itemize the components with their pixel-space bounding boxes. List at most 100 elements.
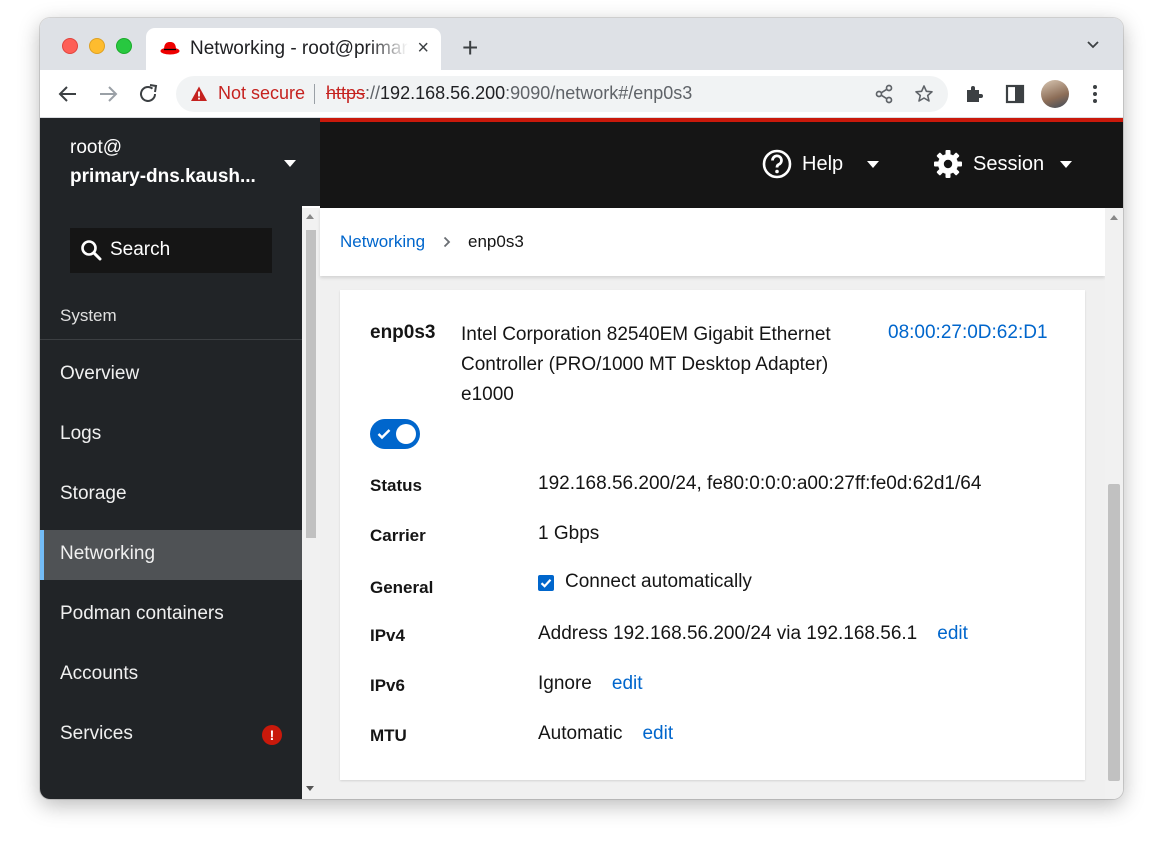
ipv4-address: Address 192.168.56.200/24 via 192.168.56… bbox=[538, 623, 918, 644]
sidebar-item-label: Networking bbox=[60, 543, 156, 564]
omnibox-divider bbox=[314, 84, 315, 104]
main-scrollbar[interactable] bbox=[1105, 208, 1123, 799]
carrier-value: 1 Gbps bbox=[538, 523, 600, 544]
mtu-mode: Automatic bbox=[538, 723, 623, 744]
carrier-label: Carrier bbox=[370, 526, 426, 545]
breadcrumb: Networking enp0s3 bbox=[320, 208, 1105, 276]
browser-window: Networking - root@primary-dns.kaushal.lo… bbox=[40, 18, 1123, 799]
sidebar: root@ primary-dns.kaush... Search System… bbox=[40, 118, 320, 799]
breadcrumb-networking-link[interactable]: Networking bbox=[340, 232, 425, 252]
session-label: Session bbox=[973, 153, 1045, 175]
interface-mac-address: 08:00:27:0D:62:D1 bbox=[888, 322, 1048, 343]
url-scheme: https bbox=[326, 83, 366, 103]
sidebar-item-overview[interactable]: Overview bbox=[40, 350, 302, 400]
plus-icon[interactable]: + bbox=[462, 34, 478, 62]
help-icon bbox=[762, 149, 792, 179]
sidebar-item-label: Overview bbox=[60, 363, 140, 384]
address-bar[interactable]: Not secure https://192.168.56.200:9090/n… bbox=[176, 76, 948, 112]
ipv4-value: Address 192.168.56.200/24 via 192.168.56… bbox=[538, 623, 968, 645]
host-switcher[interactable]: root@ primary-dns.kaush... bbox=[40, 118, 320, 206]
status-value: 192.168.56.200/24, fe80:0:0:0:a00:27ff:f… bbox=[538, 473, 982, 494]
search-icon bbox=[81, 240, 102, 261]
sidebar-item-networking[interactable]: Networking bbox=[40, 530, 302, 580]
ipv6-label: IPv6 bbox=[370, 676, 405, 695]
sidebar-item-podman-containers[interactable]: Podman containers bbox=[40, 590, 302, 640]
window-zoom-button[interactable] bbox=[116, 38, 132, 54]
check-icon bbox=[377, 429, 391, 440]
sidebar-item-label: Podman containers bbox=[60, 603, 224, 624]
nav-section-label: System bbox=[60, 306, 117, 325]
side-panel-icon[interactable] bbox=[1003, 82, 1027, 106]
toggle-knob bbox=[396, 424, 416, 444]
host-name: primary-dns.kaush... bbox=[70, 166, 256, 187]
interface-description: Intel Corporation 82540EM Gigabit Ethern… bbox=[461, 324, 831, 405]
redhat-favicon-icon bbox=[160, 42, 180, 55]
mtu-edit-link[interactable]: edit bbox=[642, 723, 673, 744]
status-label: Status bbox=[370, 476, 422, 495]
star-icon[interactable] bbox=[914, 84, 934, 104]
check-icon bbox=[540, 579, 552, 588]
gear-icon bbox=[934, 150, 962, 178]
main-content: Networking enp0s3 enp0s3 Intel Corporati… bbox=[320, 208, 1105, 799]
ipv4-edit-link[interactable]: edit bbox=[937, 623, 968, 644]
caret-down-icon bbox=[1060, 161, 1072, 168]
not-secure-label[interactable]: Not secure bbox=[218, 83, 305, 104]
search-label: Search bbox=[110, 239, 171, 260]
sidebar-item-accounts[interactable]: Accounts bbox=[40, 650, 302, 700]
tab-strip: Networking - root@primary-dns.kaushal.lo… bbox=[40, 18, 1123, 70]
window-close-button[interactable] bbox=[62, 38, 78, 54]
chevron-down-icon[interactable] bbox=[1086, 40, 1100, 50]
sidebar-scroll-thumb[interactable] bbox=[306, 230, 316, 538]
sidebar-item-label: Storage bbox=[60, 483, 127, 504]
interface-enable-toggle[interactable] bbox=[370, 419, 420, 449]
url-text[interactable]: https://192.168.56.200:9090/network#/enp… bbox=[326, 83, 692, 104]
close-icon[interactable]: × bbox=[417, 37, 429, 59]
window-minimize-button[interactable] bbox=[89, 38, 105, 54]
main-scroll-thumb[interactable] bbox=[1108, 484, 1120, 781]
url-path: :9090/network#/enp0s3 bbox=[505, 83, 693, 103]
chevron-right-icon bbox=[443, 236, 451, 248]
tab-title: Networking - root@primary-dns.kaushal.lo… bbox=[190, 38, 408, 59]
scroll-up-arrow[interactable] bbox=[1110, 215, 1118, 220]
mtu-value: Automatic edit bbox=[538, 723, 673, 745]
sidebar-item-services[interactable]: Services ! bbox=[40, 710, 302, 760]
avatar[interactable] bbox=[1041, 80, 1069, 108]
scroll-up-arrow[interactable] bbox=[306, 214, 314, 219]
browser-tab[interactable]: Networking - root@primary-dns.kaushal.lo… bbox=[146, 28, 441, 70]
sidebar-scrollbar[interactable] bbox=[302, 208, 320, 799]
search-input[interactable]: Search bbox=[70, 228, 272, 273]
general-label: General bbox=[370, 578, 434, 597]
help-label: Help bbox=[802, 153, 844, 175]
forward-arrow-icon[interactable] bbox=[96, 82, 120, 106]
ipv6-edit-link[interactable]: edit bbox=[612, 673, 643, 694]
top-bar: Help Session bbox=[320, 122, 1123, 208]
caret-down-icon bbox=[867, 161, 879, 168]
ipv4-label: IPv4 bbox=[370, 626, 405, 645]
sidebar-item-label: Accounts bbox=[60, 663, 139, 684]
interface-name: enp0s3 bbox=[370, 322, 436, 343]
ipv6-mode: Ignore bbox=[538, 673, 592, 694]
warning-icon bbox=[191, 86, 207, 101]
sidebar-item-storage[interactable]: Storage bbox=[40, 470, 302, 520]
host-user: root@ bbox=[70, 137, 123, 158]
reload-icon[interactable] bbox=[136, 82, 160, 106]
breadcrumb-current: enp0s3 bbox=[468, 232, 524, 251]
sidebar-item-logs[interactable]: Logs bbox=[40, 410, 302, 460]
connect-automatically-checkbox[interactable] bbox=[538, 575, 554, 591]
url-host: 192.168.56.200 bbox=[380, 83, 506, 103]
exclamation-icon: ! bbox=[262, 725, 282, 745]
scroll-down-arrow[interactable] bbox=[306, 786, 314, 791]
sidebar-item-label: Services bbox=[60, 723, 133, 744]
browser-toolbar: Not secure https://192.168.56.200:9090/n… bbox=[40, 70, 1123, 118]
mtu-label: MTU bbox=[370, 726, 407, 745]
interface-card: enp0s3 Intel Corporation 82540EM Gigabit… bbox=[340, 290, 1085, 780]
divider bbox=[40, 339, 302, 340]
sidebar-item-label: Logs bbox=[60, 423, 102, 444]
share-icon[interactable] bbox=[874, 84, 894, 104]
kebab-menu-icon[interactable] bbox=[1083, 82, 1107, 106]
back-arrow-icon[interactable] bbox=[56, 82, 80, 106]
connect-automatically-label[interactable]: Connect automatically bbox=[565, 571, 752, 593]
caret-down-icon bbox=[284, 160, 296, 167]
ipv6-value: Ignore edit bbox=[538, 673, 643, 695]
extensions-icon[interactable] bbox=[963, 82, 987, 106]
